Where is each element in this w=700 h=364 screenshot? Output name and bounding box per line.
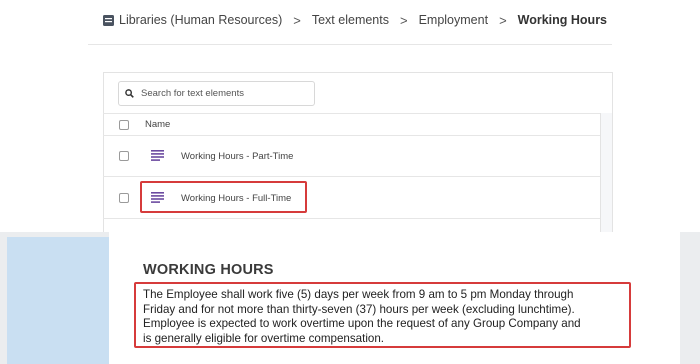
highlight-box xyxy=(140,181,307,213)
library-screen: Libraries (Human Resources) > Text eleme… xyxy=(0,0,700,232)
row-checkbox[interactable] xyxy=(119,193,129,203)
library-icon xyxy=(103,14,114,26)
paragraph-line: Employee is expected to work overtime up… xyxy=(143,317,581,331)
breadcrumb-separator: > xyxy=(499,12,507,28)
text-document-icon xyxy=(151,150,164,161)
breadcrumb-item-text-elements[interactable]: Text elements xyxy=(312,13,389,27)
row-checkbox[interactable] xyxy=(119,151,129,161)
breadcrumb-separator: > xyxy=(399,12,408,28)
breadcrumb: Libraries (Human Resources) > Text eleme… xyxy=(103,11,607,29)
breadcrumb-item-employment[interactable]: Employment xyxy=(419,13,488,27)
search-box[interactable] xyxy=(118,81,315,106)
divider xyxy=(88,44,612,45)
breadcrumb-item-libraries[interactable]: Libraries (Human Resources) xyxy=(119,13,282,27)
select-all-checkbox[interactable] xyxy=(119,120,129,130)
divider xyxy=(103,176,600,177)
document-margin xyxy=(7,237,109,364)
divider xyxy=(103,113,600,114)
search-icon xyxy=(125,89,134,98)
list-item-label[interactable]: Working Hours - Part-Time xyxy=(181,151,293,162)
paragraph-line: Friday and for not more than thirty-seve… xyxy=(143,302,575,316)
column-header-name[interactable]: Name xyxy=(145,119,170,130)
breadcrumb-separator: > xyxy=(293,12,301,28)
divider xyxy=(103,135,600,136)
panel-side-area xyxy=(600,113,612,232)
search-input[interactable] xyxy=(141,88,301,99)
paragraph-line: is generally eligible for overtime compe… xyxy=(143,331,385,345)
document-heading: WORKING HOURS xyxy=(143,262,274,278)
paragraph-line: The Employee shall work five (5) days pe… xyxy=(143,288,574,301)
document-paragraph: The Employee shall work five (5) days pe… xyxy=(134,282,631,348)
breadcrumb-current: Working Hours xyxy=(517,13,608,27)
divider xyxy=(103,218,600,219)
